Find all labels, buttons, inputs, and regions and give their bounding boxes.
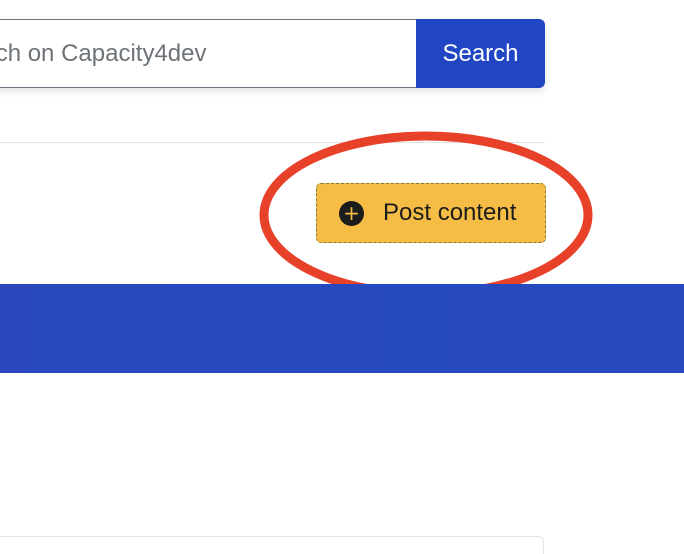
navigation-band: [0, 284, 684, 373]
page: Search + Post content: [0, 0, 684, 554]
post-content-button[interactable]: + Post content: [316, 183, 546, 243]
search-input[interactable]: [0, 19, 416, 88]
search-button[interactable]: Search: [416, 19, 545, 88]
search-bar: Search: [0, 19, 545, 88]
content-card: [0, 536, 544, 554]
post-content-label: Post content: [383, 199, 517, 226]
plus-circle-icon: +: [339, 200, 364, 226]
header-divider: [0, 142, 545, 143]
